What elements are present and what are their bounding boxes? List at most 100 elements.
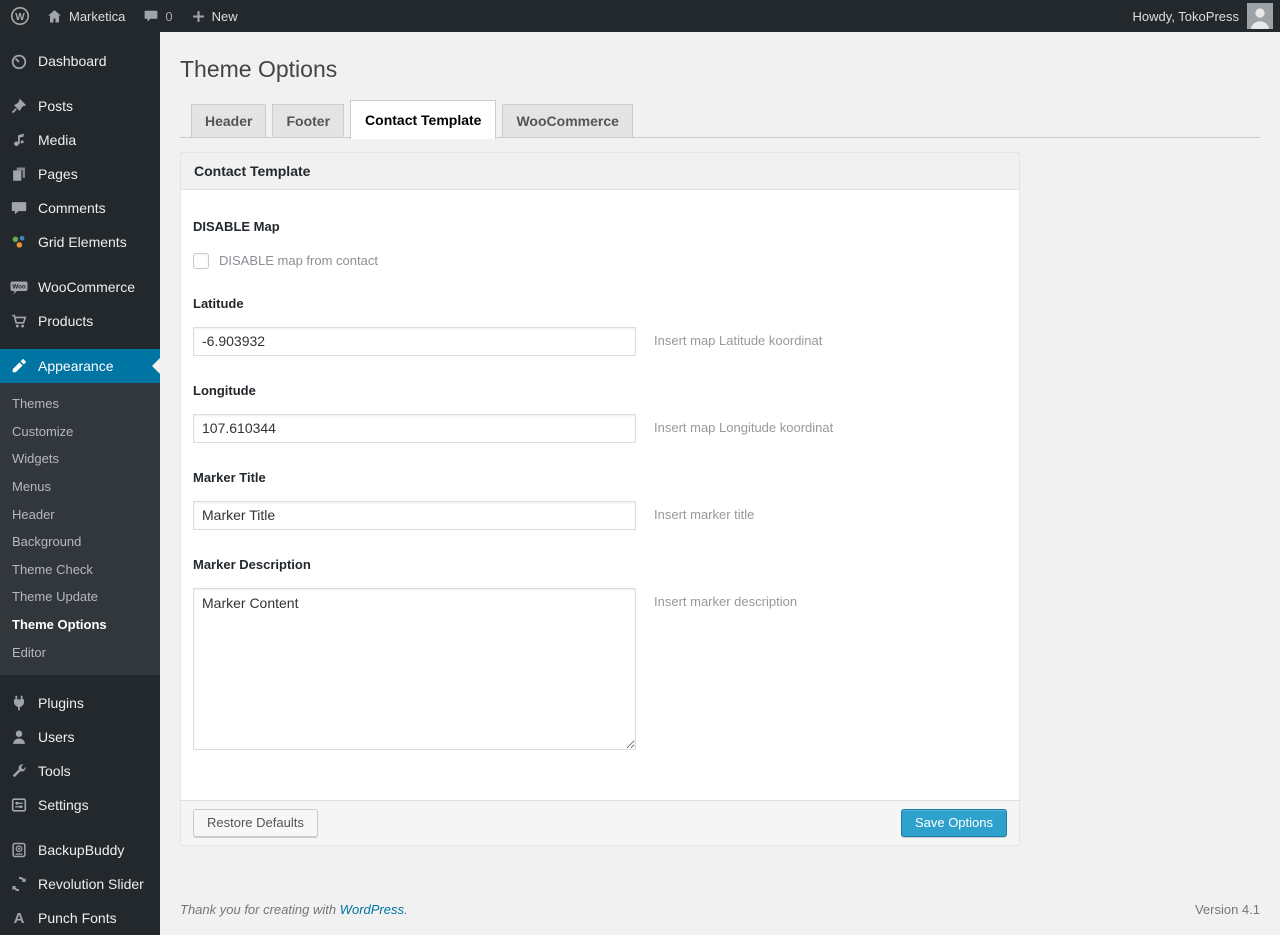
panel-header-title: Contact Template <box>181 152 1019 190</box>
sidebar-item-appearance[interactable]: Appearance <box>0 349 160 383</box>
comments-icon <box>9 198 29 218</box>
appearance-submenu: Themes Customize Widgets Menus Header Ba… <box>0 383 160 676</box>
tab-bar: Header Footer Contact Template WooCommer… <box>180 99 1260 139</box>
sidebar-item-plugins[interactable]: Plugins <box>0 686 160 720</box>
sidebar-item-label: Grid Elements <box>38 234 127 250</box>
new-content-button[interactable]: New <box>182 0 247 32</box>
howdy-label: Howdy, TokoPress <box>1132 8 1239 24</box>
grid-elements-icon <box>9 232 29 252</box>
submenu-item-customize[interactable]: Customize <box>0 418 160 446</box>
sidebar-item-grid-elements[interactable]: Grid Elements <box>0 225 160 259</box>
admin-menu: Dashboard Posts Media Pages Comments Gri… <box>0 32 160 935</box>
sidebar-item-users[interactable]: Users <box>0 720 160 754</box>
submenu-item-header[interactable]: Header <box>0 501 160 529</box>
marker-description-textarea[interactable]: Marker Content <box>193 587 636 750</box>
tab-header[interactable]: Header <box>191 103 267 137</box>
page-footer: Thank you for creating with WordPress. V… <box>180 902 1260 933</box>
restore-defaults-button[interactable]: Restore Defaults <box>193 808 318 837</box>
tab-footer[interactable]: Footer <box>272 103 345 137</box>
admin-bar-comments[interactable]: 0 <box>134 0 181 32</box>
sidebar-item-comments[interactable]: Comments <box>0 191 160 225</box>
home-icon <box>46 8 63 25</box>
sidebar-item-posts[interactable]: Posts <box>0 89 160 123</box>
sidebar-item-products[interactable]: Products <box>0 304 160 338</box>
disable-map-checkbox[interactable] <box>193 252 209 269</box>
latitude-field-row: Insert map Latitude koordinat <box>193 326 1007 356</box>
admin-bar-left: W Marketica 0 New <box>0 0 247 32</box>
submenu-item-theme-check[interactable]: Theme Check <box>0 556 160 584</box>
sidebar-item-pages[interactable]: Pages <box>0 157 160 191</box>
marker-description-help-text: Insert marker description <box>654 593 798 609</box>
sidebar-item-dashboard[interactable]: Dashboard <box>0 44 160 78</box>
submenu-item-menus[interactable]: Menus <box>0 473 160 501</box>
wordpress-logo-icon[interactable]: W <box>0 0 37 32</box>
new-label: New <box>211 8 238 24</box>
submenu-item-background[interactable]: Background <box>0 528 160 556</box>
field-label-longitude: Longitude <box>193 382 256 398</box>
disable-map-checkbox-row[interactable]: DISABLE map from contact <box>193 252 378 269</box>
submenu-item-theme-options[interactable]: Theme Options <box>0 611 160 639</box>
sidebar-item-punch-fonts[interactable]: A Punch Fonts <box>0 901 160 935</box>
sidebar-item-label: BackupBuddy <box>38 842 125 859</box>
footer-thanks-suffix: . <box>404 901 408 917</box>
sidebar-item-backupbuddy[interactable]: BackupBuddy <box>0 833 160 867</box>
pages-icon <box>9 164 29 184</box>
panel-body: DISABLE Map DISABLE map from contact Lat… <box>181 190 1019 800</box>
field-label-disable-map: DISABLE Map <box>193 218 280 234</box>
sidebar-item-label: Tools <box>38 763 71 780</box>
disable-map-checkbox-label: DISABLE map from contact <box>219 253 378 269</box>
sidebar-item-label: Pages <box>38 166 78 182</box>
latitude-input[interactable] <box>193 326 636 356</box>
save-options-button[interactable]: Save Options <box>900 808 1007 837</box>
marker-title-help-text: Insert marker title <box>654 506 755 522</box>
media-icon <box>9 130 29 150</box>
marker-title-field-row: Insert marker title <box>193 500 1007 530</box>
site-name-link[interactable]: Marketica <box>37 0 134 32</box>
marker-description-field-row: Marker Content Insert marker description <box>193 587 1007 750</box>
field-label-latitude: Latitude <box>193 295 244 311</box>
howdy-account-menu[interactable]: Howdy, TokoPress <box>1124 0 1280 32</box>
settings-icon <box>9 795 29 815</box>
users-icon <box>9 727 29 747</box>
sidebar-item-revolution-slider[interactable]: Revolution Slider <box>0 867 160 901</box>
menu-separator <box>0 675 160 686</box>
page-title: Theme Options <box>180 56 338 82</box>
comments-count: 0 <box>165 8 173 24</box>
wordpress-link[interactable]: WordPress <box>340 902 404 917</box>
menu-separator <box>0 338 160 349</box>
longitude-input[interactable] <box>193 413 636 443</box>
sidebar-item-label: Appearance <box>38 358 114 374</box>
sidebar-item-tools[interactable]: Tools <box>0 754 160 788</box>
tab-contact-template[interactable]: Contact Template <box>350 99 497 139</box>
pushpin-icon <box>9 96 29 116</box>
sidebar-item-label: Plugins <box>38 695 84 712</box>
sidebar-item-label: Users <box>38 729 75 746</box>
revolution-slider-icon <box>9 874 29 894</box>
submenu-item-widgets[interactable]: Widgets <box>0 445 160 473</box>
footer-thanks-text: Thank you for creating with WordPress. <box>180 902 408 917</box>
sidebar-item-label: Dashboard <box>38 53 107 69</box>
svg-text:W: W <box>15 12 25 23</box>
contact-template-panel: Contact Template DISABLE Map DISABLE map… <box>180 151 1020 846</box>
marker-title-input[interactable] <box>193 500 636 530</box>
sidebar-item-settings[interactable]: Settings <box>0 788 160 822</box>
submenu-item-themes[interactable]: Themes <box>0 390 160 418</box>
sidebar-item-label: Media <box>38 132 77 148</box>
plus-icon <box>191 9 206 24</box>
menu-separator <box>0 822 160 833</box>
footer-thanks-prefix: Thank you for creating with <box>180 901 337 917</box>
sidebar-item-label: Settings <box>38 797 89 814</box>
avatar <box>1247 3 1273 29</box>
cart-icon <box>9 311 29 331</box>
sidebar-item-woocommerce[interactable]: Woo WooCommerce <box>0 270 160 304</box>
dashboard-icon <box>9 51 29 71</box>
sidebar-item-media[interactable]: Media <box>0 123 160 157</box>
submenu-item-theme-update[interactable]: Theme Update <box>0 583 160 611</box>
menu-separator <box>0 78 160 89</box>
font-a-icon: A <box>13 909 25 927</box>
longitude-field-row: Insert map Longitude koordinat <box>193 413 1007 443</box>
tab-woocommerce[interactable]: WooCommerce <box>502 103 633 137</box>
submenu-item-editor[interactable]: Editor <box>0 639 160 667</box>
plugin-icon <box>9 693 29 713</box>
sidebar-item-label: Products <box>38 313 94 329</box>
